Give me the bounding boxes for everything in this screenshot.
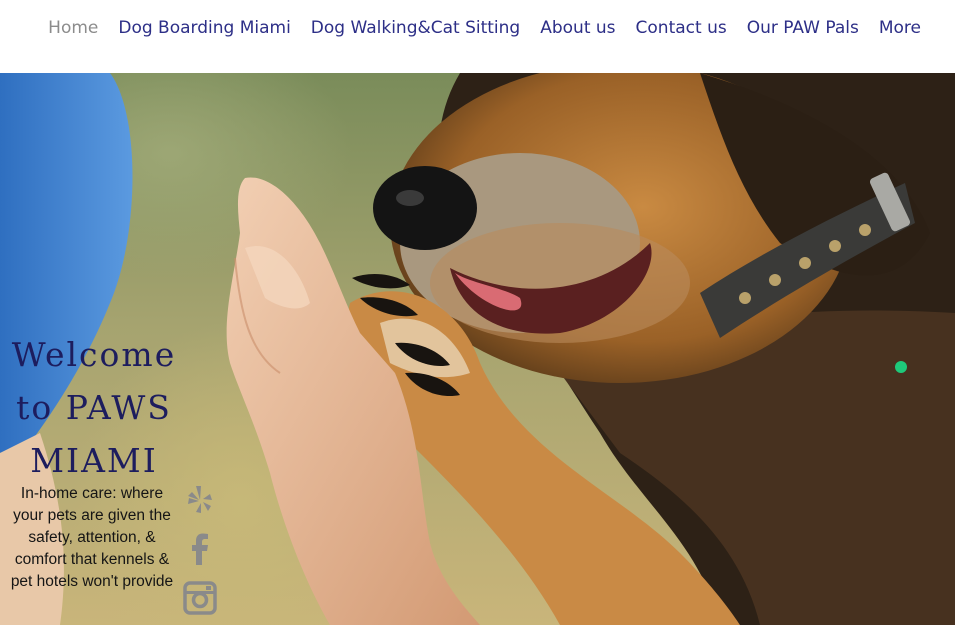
nav-item-about-us[interactable]: About us (540, 17, 615, 39)
headline-line-2: to PAWS (16, 388, 172, 427)
nav-item-dog-walking-cat-sitting[interactable]: Dog Walking&Cat Sitting (311, 17, 520, 39)
nav-item-dog-boarding-miami[interactable]: Dog Boarding Miami (118, 17, 290, 39)
facebook-icon[interactable] (183, 532, 217, 566)
social-links (183, 483, 217, 625)
subtext-line-3: safety, attention, & (28, 529, 156, 546)
nav-item-home[interactable]: Home (48, 17, 98, 39)
instagram-icon[interactable] (183, 581, 217, 615)
hero-subtext: In-home care: where your pets are given … (4, 483, 180, 593)
subtext-line-1: In-home care: where (20, 485, 164, 502)
site-header: Home Dog Boarding Miami Dog Walking&Cat … (0, 0, 955, 73)
hero-headline: Welcome to PAWS MIAMI (4, 328, 184, 487)
nav-item-more[interactable]: More (879, 17, 921, 39)
subtext-line-4: comfort that kennels & (14, 551, 170, 568)
nav-item-our-paw-pals[interactable]: Our PAW Pals (747, 17, 859, 39)
yelp-icon[interactable] (183, 483, 217, 517)
subtext-line-5: pet hotels won't provide (10, 573, 174, 590)
nav-item-contact-us[interactable]: Contact us (636, 17, 727, 39)
status-dot (895, 361, 907, 373)
headline-line-1: Welcome (11, 335, 177, 374)
main-navigation: Home Dog Boarding Miami Dog Walking&Cat … (48, 17, 921, 39)
subtext-line-2: your pets are given the (13, 507, 171, 524)
hero-section: Welcome to PAWS MIAMI In-home care: wher… (0, 73, 955, 625)
headline-line-3: MIAMI (30, 441, 158, 480)
